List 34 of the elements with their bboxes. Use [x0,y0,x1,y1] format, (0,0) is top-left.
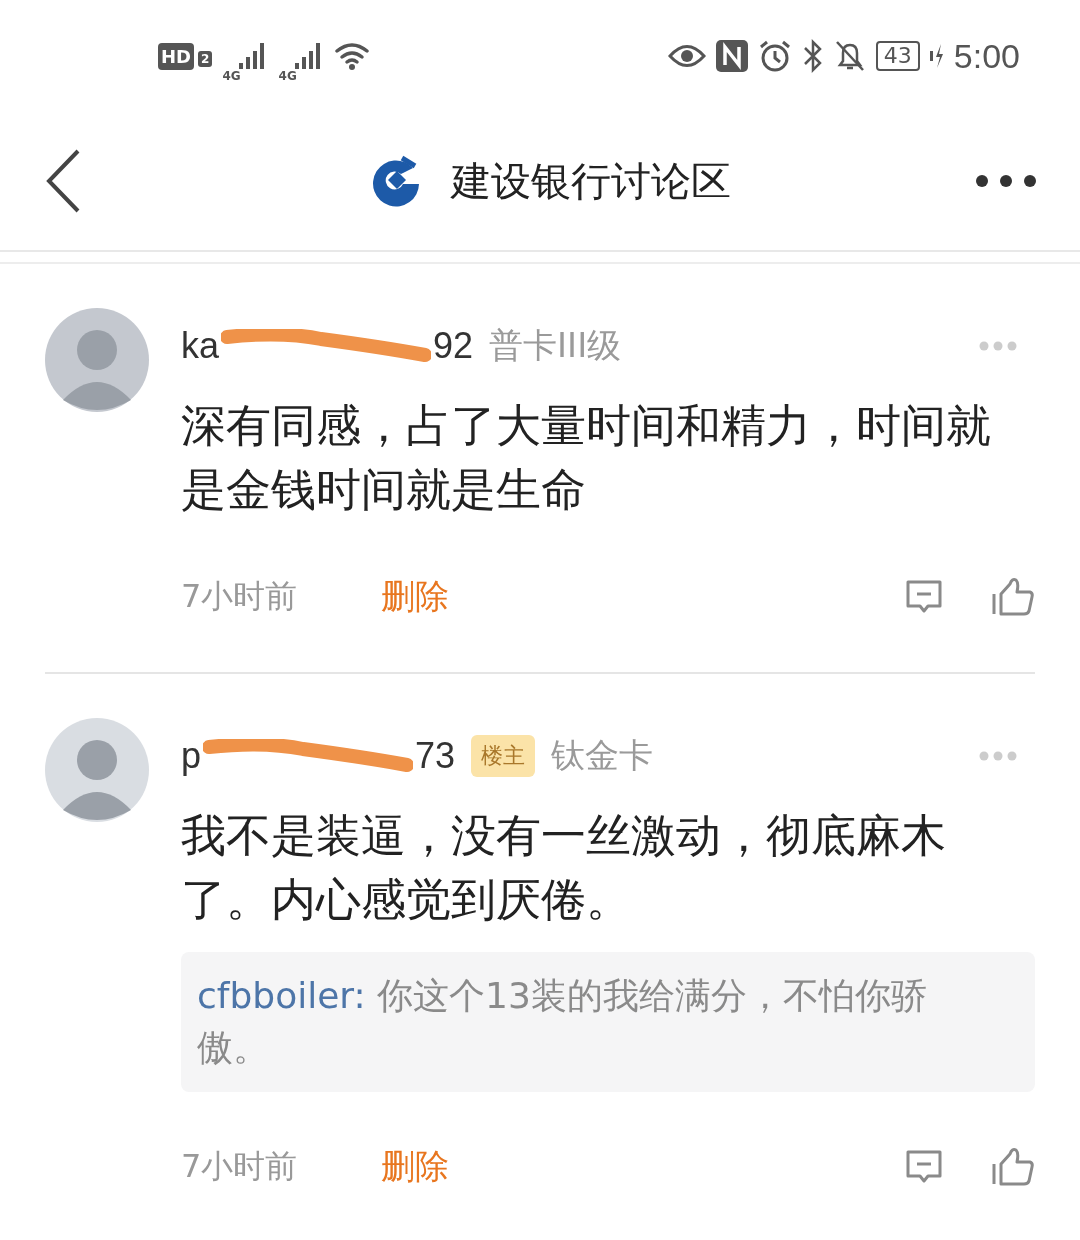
like-icon[interactable] [991,577,1035,617]
like-icon[interactable] [991,1147,1035,1187]
battery-level: 43 [875,41,920,71]
reply-username[interactable]: cfbboiler: [197,975,366,1016]
card-level: 钛金卡 [551,734,654,777]
username[interactable]: 92 [433,325,474,367]
comment-icon[interactable] [905,1149,943,1185]
username[interactable]: ka [181,325,220,367]
network-label: 4G [222,69,241,83]
bell-off-icon [833,39,866,73]
more-icon[interactable] [976,173,1036,189]
comment-text: 深有同感，占了大量时间和精力，时间就是金钱时间就是生命 [181,399,992,517]
alarm-icon [757,39,792,73]
card-level: 普卡III级 [489,324,622,367]
sim-label: 2 [198,51,213,67]
comment-text: 我不是装逼，没有一丝激动，彻底麻木了。内心感觉到厌倦。 [181,809,947,927]
charging-icon [929,42,944,70]
owner-tag: 楼主 [471,735,536,777]
avatar[interactable] [45,308,149,412]
page-title: 建设银行讨论区 [451,156,731,206]
username[interactable]: 73 [415,735,456,777]
network-label: 4G [278,69,297,83]
post-time: 7小时前 [181,1146,299,1187]
post-time: 7小时前 [181,576,299,617]
wifi-icon [334,41,371,71]
nfc-icon [715,40,748,72]
comment-icon[interactable] [905,579,943,615]
reply-text: cfbboiler: 你这个13装的我给满分，不怕你骄傲。 [197,974,928,1070]
bluetooth-icon [801,39,824,73]
username[interactable]: p [181,735,202,777]
clock-time: 5:00 [953,36,1020,76]
avatar[interactable] [45,718,149,822]
hd-badge: HD [158,42,194,70]
eye-icon [667,43,706,69]
